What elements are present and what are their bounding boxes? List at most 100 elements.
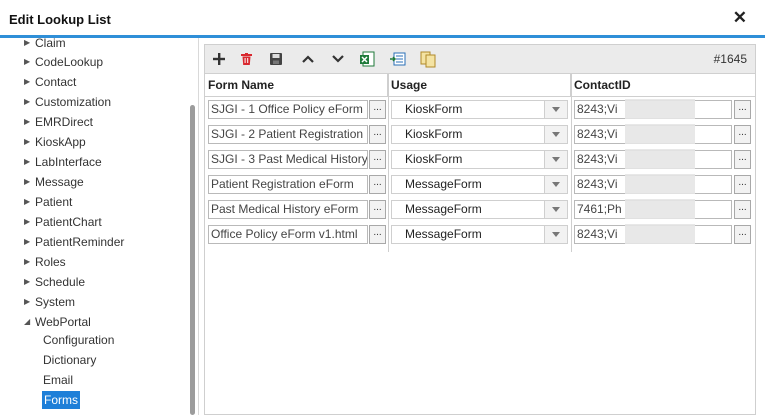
- move-up-icon[interactable]: [299, 50, 317, 68]
- form-name-field[interactable]: Office Policy eForm v1.html: [208, 225, 368, 244]
- chevron-down-icon[interactable]: [544, 176, 567, 193]
- column-header-usage[interactable]: Usage: [388, 74, 571, 96]
- form-name-field[interactable]: Patient Registration eForm: [208, 175, 368, 194]
- tree-item-codelookup[interactable]: ▶ CodeLookup: [24, 53, 103, 71]
- tree-child-dictionary[interactable]: Dictionary: [43, 351, 96, 369]
- tree-item-patientchart[interactable]: ▶ PatientChart: [24, 213, 102, 231]
- form-name-browse-button[interactable]: ...: [369, 125, 386, 144]
- expand-arrow-icon[interactable]: ▶: [24, 38, 35, 52]
- expand-arrow-icon[interactable]: ▶: [24, 53, 35, 71]
- expand-arrow-icon[interactable]: ▶: [24, 213, 35, 231]
- contactid-browse-button[interactable]: ...: [734, 125, 751, 144]
- usage-value: MessageForm: [405, 177, 482, 191]
- tree-item-roles[interactable]: ▶ Roles: [24, 253, 66, 271]
- usage-select[interactable]: KioskForm: [391, 100, 568, 119]
- close-icon[interactable]: ✕: [733, 9, 747, 27]
- table-row: Office Policy eForm v1.html ... MessageF…: [205, 222, 755, 247]
- table-row: Past Medical History eForm ... MessageFo…: [205, 197, 755, 222]
- form-name-field[interactable]: Past Medical History eForm: [208, 200, 368, 219]
- contactid-browse-button[interactable]: ...: [734, 175, 751, 194]
- expand-arrow-icon[interactable]: ▶: [24, 293, 35, 311]
- tree-item-system[interactable]: ▶ System: [24, 293, 75, 311]
- form-name-field[interactable]: SJGI - 3 Past Medical History: [208, 150, 368, 169]
- form-name-field[interactable]: SJGI - 2 Patient Registration: [208, 125, 368, 144]
- import-icon[interactable]: [389, 50, 407, 68]
- expand-arrow-icon[interactable]: ▶: [24, 273, 35, 291]
- contactid-browse-button[interactable]: ...: [734, 200, 751, 219]
- tree-item-labinterface[interactable]: ▶ LabInterface: [24, 153, 102, 171]
- column-header-form-name[interactable]: Form Name: [205, 74, 388, 96]
- redacted-region: [625, 99, 695, 119]
- form-name-browse-button[interactable]: ...: [369, 100, 386, 119]
- expand-arrow-icon[interactable]: ▶: [24, 133, 35, 151]
- tree-item-patient[interactable]: ▶ Patient: [24, 193, 72, 211]
- usage-value: KioskForm: [405, 127, 463, 141]
- save-icon[interactable]: [267, 50, 285, 68]
- tree-item-customization[interactable]: ▶ Customization: [24, 93, 111, 111]
- lookup-grid-panel: #1645 Form Name Usage ContactID SJGI - 1…: [204, 44, 756, 415]
- dialog-title-bar: Edit Lookup List ✕: [0, 0, 765, 38]
- usage-value: MessageForm: [405, 227, 482, 241]
- usage-value: KioskForm: [405, 152, 463, 166]
- redacted-region: [625, 149, 695, 169]
- usage-select[interactable]: KioskForm: [391, 150, 568, 169]
- contactid-browse-button[interactable]: ...: [734, 225, 751, 244]
- form-name-field[interactable]: SJGI - 1 Office Policy eForm: [208, 100, 368, 119]
- expand-arrow-icon[interactable]: ▶: [24, 113, 35, 131]
- table-row: SJGI - 2 Patient Registration ... KioskF…: [205, 122, 755, 147]
- delete-icon[interactable]: [237, 50, 255, 68]
- table-row: Patient Registration eForm ... MessageFo…: [205, 172, 755, 197]
- add-icon[interactable]: [210, 50, 228, 68]
- form-name-browse-button[interactable]: ...: [369, 150, 386, 169]
- chevron-down-icon[interactable]: [544, 101, 567, 118]
- tree-item-claim[interactable]: ▶ Claim: [24, 38, 66, 52]
- tree-item-message[interactable]: ▶ Message: [24, 173, 84, 191]
- tree-item-patientreminder[interactable]: ▶ PatientReminder: [24, 233, 124, 251]
- record-count: #1645: [713, 52, 747, 66]
- tree-item-contact[interactable]: ▶ Contact: [24, 73, 76, 91]
- chevron-down-icon[interactable]: [544, 201, 567, 218]
- expand-arrow-icon[interactable]: ▶: [24, 253, 35, 271]
- tree-scrollbar[interactable]: [190, 105, 195, 415]
- tree-item-kioskapp[interactable]: ▶ KioskApp: [24, 133, 86, 151]
- redacted-region: [625, 224, 695, 244]
- expand-arrow-icon[interactable]: ▶: [24, 73, 35, 91]
- expand-arrow-icon[interactable]: ▶: [24, 93, 35, 111]
- tree-item-webportal[interactable]: ◢ WebPortal: [24, 313, 91, 331]
- tree-item-schedule[interactable]: ▶ Schedule: [24, 273, 85, 291]
- expand-arrow-icon[interactable]: ▶: [24, 193, 35, 211]
- chevron-down-icon[interactable]: [544, 126, 567, 143]
- chevron-down-icon[interactable]: [544, 151, 567, 168]
- form-name-browse-button[interactable]: ...: [369, 225, 386, 244]
- table-row: SJGI - 1 Office Policy eForm ... KioskFo…: [205, 97, 755, 122]
- collapse-arrow-icon[interactable]: ◢: [24, 313, 35, 331]
- contactid-browse-button[interactable]: ...: [734, 100, 751, 119]
- form-name-browse-button[interactable]: ...: [369, 175, 386, 194]
- usage-value: MessageForm: [405, 202, 482, 216]
- move-down-icon[interactable]: [329, 50, 347, 68]
- usage-select[interactable]: KioskForm: [391, 125, 568, 144]
- table-row: SJGI - 3 Past Medical History ... KioskF…: [205, 147, 755, 172]
- redacted-region: [625, 174, 695, 194]
- grid-header: Form Name Usage ContactID: [205, 74, 755, 97]
- redacted-region: [625, 199, 695, 219]
- expand-arrow-icon[interactable]: ▶: [24, 173, 35, 191]
- dialog-title: Edit Lookup List: [9, 12, 111, 27]
- contactid-browse-button[interactable]: ...: [734, 150, 751, 169]
- copy-icon[interactable]: [419, 50, 437, 68]
- form-name-browse-button[interactable]: ...: [369, 200, 386, 219]
- usage-select[interactable]: MessageForm: [391, 200, 568, 219]
- column-header-contactid[interactable]: ContactID: [571, 74, 755, 96]
- lookup-tree: ▶ Claim ▶ CodeLookup ▶ Contact ▶ Customizati…: [0, 38, 199, 415]
- tree-child-configuration[interactable]: Configuration: [43, 331, 114, 349]
- expand-arrow-icon[interactable]: ▶: [24, 233, 35, 251]
- excel-export-icon[interactable]: [358, 50, 376, 68]
- usage-value: KioskForm: [405, 102, 463, 116]
- tree-child-email[interactable]: Email: [43, 371, 73, 389]
- tree-child-forms[interactable]: Forms: [42, 391, 80, 409]
- expand-arrow-icon[interactable]: ▶: [24, 153, 35, 171]
- tree-item-emrdirect[interactable]: ▶ EMRDirect: [24, 113, 93, 131]
- usage-select[interactable]: MessageForm: [391, 225, 568, 244]
- chevron-down-icon[interactable]: [544, 226, 567, 243]
- usage-select[interactable]: MessageForm: [391, 175, 568, 194]
